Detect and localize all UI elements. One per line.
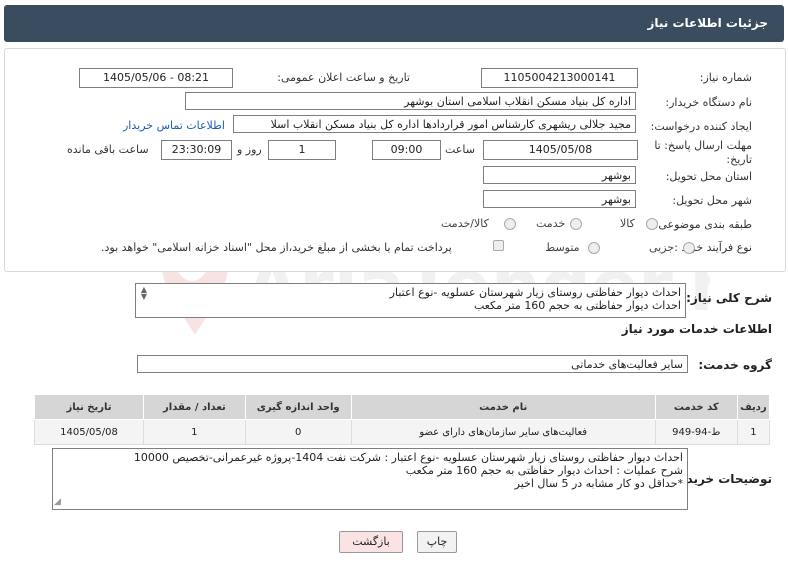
summary-line-2: احداث دیوار حفاظتی به حجم 160 متر مکعب <box>473 299 681 312</box>
col-unit: واحد اندازه گیری <box>244 394 352 420</box>
process-partial-radio[interactable] <box>683 242 695 254</box>
deadline-label: مهلت ارسال پاسخ: تا تاریخ: <box>654 139 752 166</box>
announce-date-field: 1405/05/06 - 08:21 <box>79 68 233 88</box>
category-service-radio[interactable] <box>570 218 582 230</box>
table-row: 1405/05/08 1 0 فعالیت‌های سایر سازمان‌ها… <box>34 419 771 445</box>
remaining-time-field: 23:30:09 <box>161 140 232 160</box>
services-table-header: تاریخ نیاز تعداد / مقدار واحد اندازه گیر… <box>34 394 771 420</box>
category-goods-service-radio[interactable] <box>504 218 516 230</box>
remaining-time-label: ساعت باقی مانده <box>67 143 149 156</box>
buyer-contact-link[interactable]: اطلاعات تماس خریدار <box>123 119 225 132</box>
buyer-notes-line-1: احداث دیوار حفاظتی روستای زیار شهرستان ع… <box>133 451 683 464</box>
days-label: روز و <box>237 143 262 156</box>
category-service-label: خدمت <box>536 217 566 230</box>
col-quantity: تعداد / مقدار <box>143 394 246 420</box>
col-service-code: کد خدمت <box>654 394 738 420</box>
summary-line-1: احداث دیوار حفاظتی روستای زیار شهرستان ع… <box>389 286 681 299</box>
need-number-field: 1105004213000141 <box>481 68 638 88</box>
treasury-checkbox-label: پرداخت تمام یا بخشی از مبلغ خرید،از محل … <box>101 241 452 254</box>
cell-need-date: 1405/05/08 <box>34 419 144 445</box>
buyer-notes-textarea[interactable]: احداث دیوار حفاظتی روستای زیار شهرستان ع… <box>52 448 688 510</box>
buyer-notes-line-3: *حداقل دو کار مشابه در 5 سال اخیر <box>514 477 683 490</box>
announce-date-label: تاریخ و ساعت اعلان عمومی: <box>277 71 410 84</box>
col-service-name: نام خدمت <box>350 394 656 420</box>
city-label: شهر محل تحویل: <box>672 194 752 207</box>
days-field: 1 <box>268 140 336 160</box>
page-header: جزئیات اطلاعات نیاز <box>4 5 784 42</box>
col-need-date: تاریخ نیاز <box>34 394 144 420</box>
resize-handle-icon[interactable]: ◢ <box>54 497 64 507</box>
process-medium-label: متوسط <box>545 241 580 254</box>
cell-service-code: ط-94-949 <box>654 419 738 445</box>
category-goods-service-label: کالا/خدمت <box>441 217 489 230</box>
category-goods-radio[interactable] <box>646 218 658 230</box>
buyer-field: اداره کل بنیاد مسکن انقلاب اسلامی استان … <box>185 92 636 110</box>
process-medium-radio[interactable] <box>588 242 600 254</box>
summary-spinner-icon[interactable]: ▲ ▼ <box>138 286 150 301</box>
cell-quantity: 1 <box>143 419 246 445</box>
deadline-date-field: 1405/05/08 <box>483 140 638 160</box>
province-field: بوشهر <box>483 166 636 184</box>
cell-service-name: فعالیت‌های سایر سازمان‌های دارای عضو <box>350 419 656 445</box>
page-title: جزئیات اطلاعات نیاز <box>647 16 768 30</box>
deadline-time-label: ساعت <box>445 143 475 156</box>
process-partial-label: جزیی <box>649 241 675 254</box>
province-label: استان محل تحویل: <box>665 170 752 183</box>
buyer-notes-line-2: شرح عملیات : احداث دیوار حفاظتی به حجم 1… <box>405 464 683 477</box>
treasury-checkbox[interactable] <box>493 240 504 251</box>
category-goods-label: کالا <box>620 217 635 230</box>
cell-unit: 0 <box>244 419 352 445</box>
services-table: تاریخ نیاز تعداد / مقدار واحد اندازه گیر… <box>34 394 771 445</box>
back-button[interactable]: بازگشت <box>339 531 403 553</box>
service-group-label: گروه خدمت: <box>698 358 772 372</box>
summary-label: شرح کلی نیاز: <box>686 291 772 305</box>
creator-label: ایجاد کننده درخواست: <box>650 120 752 133</box>
need-number-label: شماره نیاز: <box>699 71 752 84</box>
col-row: ردیف <box>736 394 771 420</box>
buyer-label: نام دستگاه خریدار: <box>665 96 752 109</box>
service-group-field: سایر فعالیت‌های خدماتی <box>137 355 688 373</box>
city-field: بوشهر <box>483 190 636 208</box>
summary-textarea[interactable]: احداث دیوار حفاظتی روستای زیار شهرستان ع… <box>135 283 686 318</box>
deadline-time-field: 09:00 <box>372 140 441 160</box>
creator-field: مجید جلالی ریشهری کارشناس امور قراردادها… <box>233 115 636 133</box>
category-label: طبقه بندی موضوعی: <box>654 218 752 231</box>
print-button[interactable]: چاپ <box>417 531 457 553</box>
services-title: اطلاعات خدمات مورد نیاز <box>621 322 772 336</box>
cell-row: 1 <box>736 419 771 445</box>
